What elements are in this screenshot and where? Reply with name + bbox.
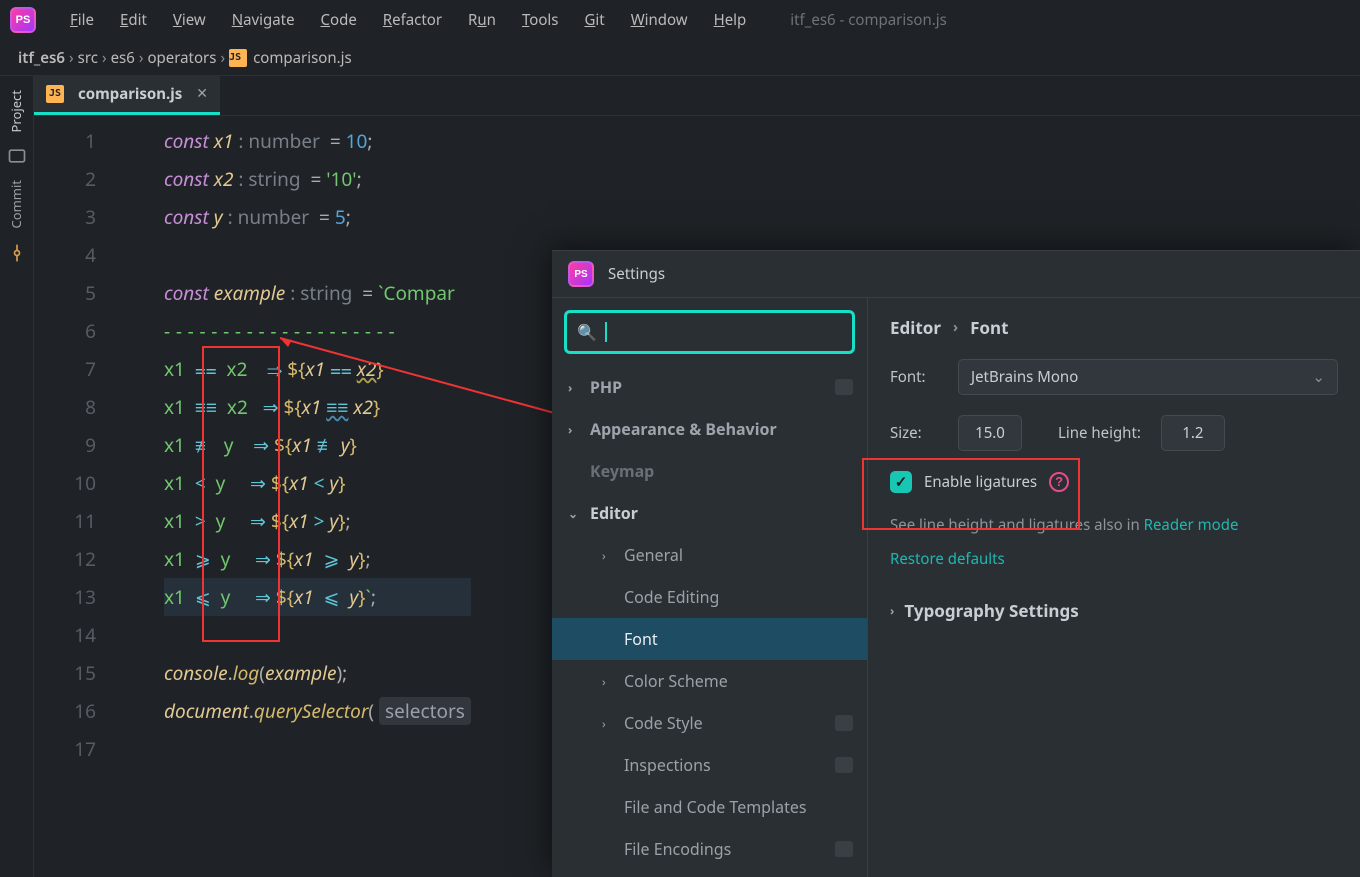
settings-content: Editor›Font Font: JetBrains Mono ⌄ Size:… [868,298,1360,877]
nav-code-style[interactable]: ›Code Style [552,702,867,744]
breadcrumb-part[interactable]: operators [147,48,216,68]
line-height-input[interactable]: 1.2 [1161,415,1225,451]
nav-file-templates[interactable]: File and Code Templates [552,786,867,828]
nav-color-scheme[interactable]: ›Color Scheme [552,660,867,702]
dialog-title: Settings [608,264,665,284]
breadcrumb: itf_es6› src› es6› operators› JScomparis… [0,40,1360,76]
menu-git[interactable]: Git [572,6,616,34]
menu-navigate[interactable]: Navigate [220,6,307,34]
settings-nav: 🔍 ›PHP ›Appearance & Behavior Keymap ⌄Ed… [552,298,868,877]
window-title: itf_es6 - comparison.js [790,10,947,30]
menu-edit[interactable]: Edit [108,6,159,34]
settings-dialog: PS Settings 🔍 ›PHP ›Appearance & Behavio… [552,250,1360,877]
menu-refactor[interactable]: Refactor [371,6,454,34]
menu-run[interactable]: Run [456,6,508,34]
settings-breadcrumb: Editor›Font [890,316,1338,339]
menu-window[interactable]: Window [619,6,700,34]
reader-mode-link[interactable]: Reader mode [1144,515,1239,535]
size-label: Size: [890,423,942,443]
nav-inspections[interactable]: Inspections [552,744,867,786]
tool-sidebar: Project Commit [0,76,34,877]
parameter-hint: selectors [379,697,471,725]
nav-font[interactable]: Font [552,618,867,660]
font-select[interactable]: JetBrains Mono ⌄ [958,359,1338,395]
editor-tab[interactable]: JS comparison.js ✕ [34,75,220,115]
project-scope-icon [835,379,853,395]
close-icon[interactable]: ✕ [196,85,208,102]
menu-file[interactable]: File [58,6,106,34]
breadcrumb-part[interactable]: src [78,48,98,68]
search-icon: 🔍 [577,321,597,343]
help-icon[interactable]: ? [1049,472,1069,492]
size-input[interactable]: 15.0 [958,415,1022,451]
js-file-icon: JS [229,49,247,67]
code-text[interactable]: const x1 : number = 10; const x2 : strin… [164,116,471,877]
js-file-icon: JS [46,85,64,103]
editor-tabbar: JS comparison.js ✕ [34,76,1360,116]
app-icon: PS [10,7,36,33]
nav-code-editing[interactable]: Code Editing [552,576,867,618]
line-height-label: Line height: [1058,423,1141,443]
ligatures-label: Enable ligatures [924,472,1037,492]
menubar: PS File Edit View Navigate Code Refactor… [0,0,1360,40]
typography-settings-header[interactable]: › Typography Settings [890,599,1338,622]
restore-defaults-link[interactable]: Restore defaults [890,549,1338,569]
breadcrumb-part[interactable]: itf_es6 [18,48,65,68]
chevron-right-icon: › [890,602,894,619]
ligatures-checkbox[interactable]: ✓ [890,471,912,493]
settings-search-input[interactable] [615,322,842,342]
project-icon [7,146,27,166]
app-icon: PS [568,261,594,287]
tool-tab-project[interactable]: Project [3,82,31,140]
tool-tab-commit[interactable]: Commit [3,172,31,236]
settings-search[interactable]: 🔍 [564,310,855,354]
commit-icon [7,243,27,263]
menu-help[interactable]: Help [702,6,759,34]
menu-tools[interactable]: Tools [510,6,571,34]
nav-general[interactable]: ›General [552,534,867,576]
nav-keymap[interactable]: Keymap [552,450,867,492]
chevron-down-icon: ⌄ [1312,367,1325,387]
breadcrumb-file[interactable]: JScomparison.js [229,48,352,68]
menu-view[interactable]: View [161,6,218,34]
nav-editor[interactable]: ⌄Editor [552,492,867,534]
nav-file-encodings[interactable]: File Encodings [552,828,867,870]
nav-appearance[interactable]: ›Appearance & Behavior [552,408,867,450]
tab-filename: comparison.js [78,84,182,104]
font-label: Font: [890,367,942,387]
project-scope-icon [835,757,853,773]
nav-php[interactable]: ›PHP [552,366,867,408]
project-scope-icon [835,841,853,857]
menu-code[interactable]: Code [309,6,369,34]
reader-mode-hint: See line height and ligatures also in Re… [890,515,1338,535]
line-gutter: 1234567891011121314151617 [34,116,164,877]
project-scope-icon [835,715,853,731]
breadcrumb-part[interactable]: es6 [111,48,135,68]
